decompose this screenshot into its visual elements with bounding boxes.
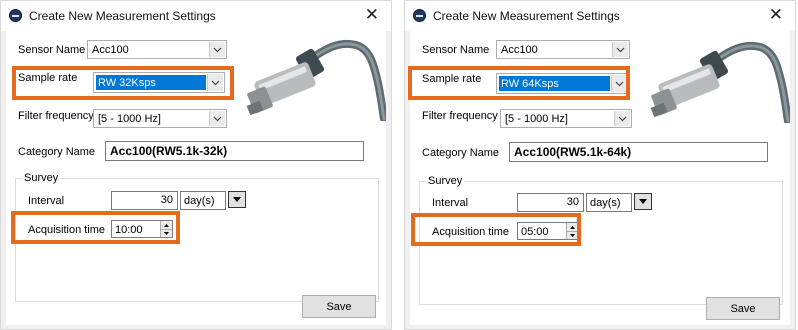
save-button[interactable]: Save [706, 297, 780, 320]
sensor-image [650, 35, 792, 125]
chevron-down-icon [639, 199, 647, 204]
sample-rate-highlight [408, 66, 630, 100]
close-icon[interactable]: ✕ [365, 5, 379, 25]
interval-unit-dropdown-button[interactable] [634, 193, 652, 210]
sensor-name-select[interactable]: Acc100 [496, 40, 630, 59]
dialog-right: Create New Measurement Settings ✕ Sensor… [404, 0, 796, 330]
chevron-down-icon[interactable] [209, 42, 225, 57]
survey-title: Survey [426, 175, 465, 187]
interval-input[interactable]: 30 [517, 193, 584, 212]
category-name-label: Category Name [18, 146, 96, 158]
sample-rate-highlight [12, 66, 234, 100]
title-bar: Create New Measurement Settings ✕ [1, 1, 391, 31]
sensor-name-value: Acc100 [501, 44, 538, 56]
sensor-name-label: Sensor Name [18, 44, 86, 56]
survey-title: Survey [22, 172, 61, 184]
category-name-label: Category Name [422, 147, 500, 159]
chevron-down-icon[interactable] [209, 111, 225, 126]
interval-input[interactable]: 30 [111, 191, 178, 210]
chevron-down-icon[interactable] [612, 42, 628, 57]
interval-unit-value: day(s) [184, 195, 215, 207]
interval-unit-dropdown-button[interactable] [228, 191, 246, 208]
interval-unit-select[interactable]: day(s) [180, 191, 226, 210]
dialog-title: Create New Measurement Settings [433, 9, 620, 23]
close-icon[interactable]: ✕ [769, 5, 783, 25]
sensor-name-select[interactable]: Acc100 [87, 40, 227, 59]
save-button[interactable]: Save [302, 295, 376, 318]
interval-unit-value: day(s) [590, 197, 621, 209]
filter-frequency-label: Filter frequency [18, 110, 94, 122]
filter-frequency-label: Filter frequency [422, 110, 498, 122]
chevron-down-icon[interactable] [614, 111, 630, 126]
interval-unit-select[interactable]: day(s) [586, 193, 632, 212]
acquisition-time-highlight [11, 211, 180, 244]
acquisition-time-highlight [411, 213, 581, 246]
sensor-image [246, 33, 388, 123]
sensor-name-label: Sensor Name [422, 44, 490, 56]
filter-frequency-select[interactable]: [5 - 1000 Hz] [500, 109, 632, 128]
title-bar: Create New Measurement Settings ✕ [405, 1, 795, 31]
dialog-title: Create New Measurement Settings [29, 9, 216, 23]
category-name-input[interactable]: Acc100(RW5.1k-64k) [509, 142, 768, 162]
chevron-down-icon [233, 197, 241, 202]
app-logo-icon [9, 9, 22, 22]
dialog-body: Sensor Name Acc100 Sample rate RW 64Ksps… [408, 31, 792, 325]
filter-frequency-value: [5 - 1000 Hz] [505, 113, 568, 125]
filter-frequency-value: [5 - 1000 Hz] [98, 113, 161, 125]
interval-label: Interval [28, 195, 65, 207]
category-name-input[interactable]: Acc100(RW5.1k-32k) [105, 141, 364, 161]
dialog-body: Sensor Name Acc100 Sample rate RW 32Ksps… [6, 31, 388, 325]
dialog-left: Create New Measurement Settings ✕ Sensor… [0, 0, 392, 330]
interval-label: Interval [432, 197, 469, 209]
sensor-name-value: Acc100 [92, 44, 129, 56]
app-logo-icon [413, 9, 426, 22]
filter-frequency-select[interactable]: [5 - 1000 Hz] [93, 109, 227, 128]
